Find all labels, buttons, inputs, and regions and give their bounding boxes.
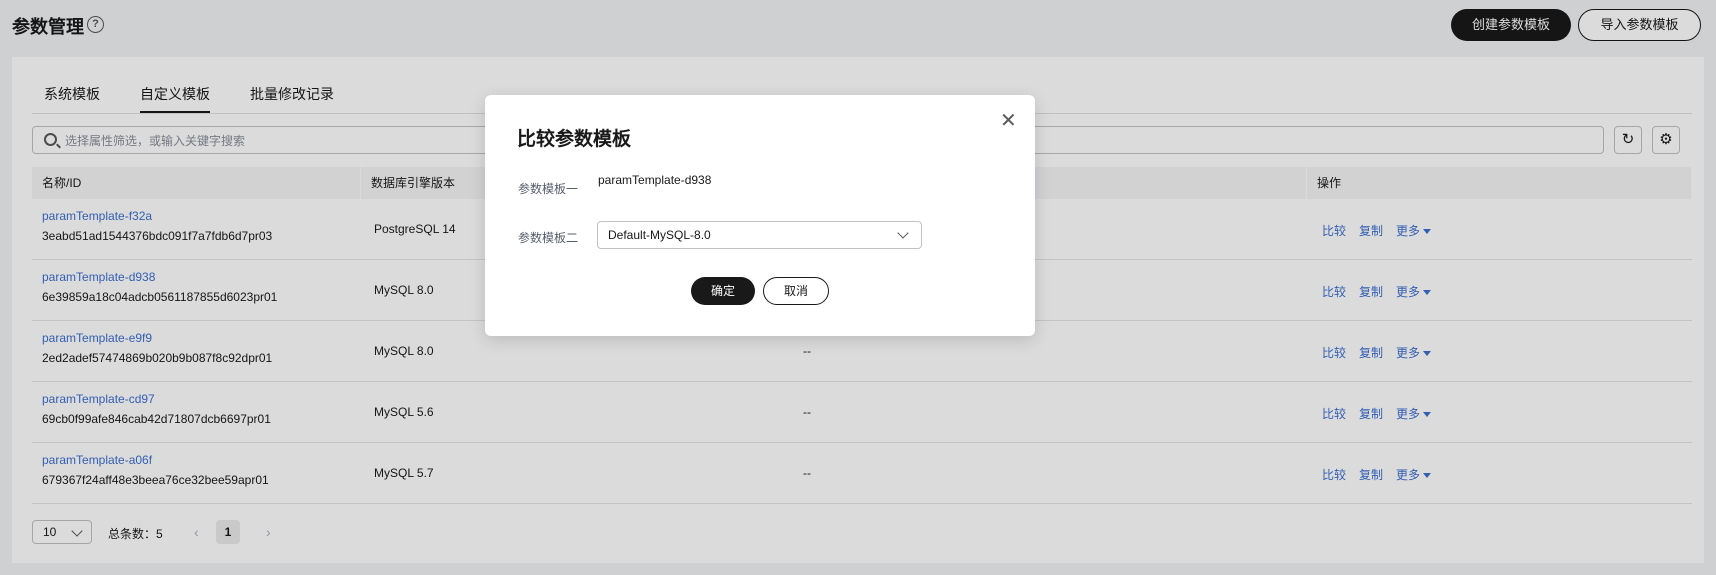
dialog-title: 比较参数模板 xyxy=(517,129,632,150)
chevron-down-icon xyxy=(897,227,909,239)
cancel-button[interactable]: 取消 xyxy=(763,277,829,305)
template1-label: 参数模板一 xyxy=(518,182,579,196)
confirm-button[interactable]: 确定 xyxy=(691,277,755,305)
close-icon[interactable]: ✕ xyxy=(1000,111,1017,131)
template2-label: 参数模板二 xyxy=(518,231,579,245)
compare-dialog: 比较参数模板 ✕ 参数模板一 paramTemplate-d938 参数模板二 … xyxy=(485,95,1035,336)
template2-select[interactable]: Default-MySQL-8.0 xyxy=(597,221,922,249)
template2-value: Default-MySQL-8.0 xyxy=(608,228,711,242)
template1-value: paramTemplate-d938 xyxy=(598,173,712,187)
